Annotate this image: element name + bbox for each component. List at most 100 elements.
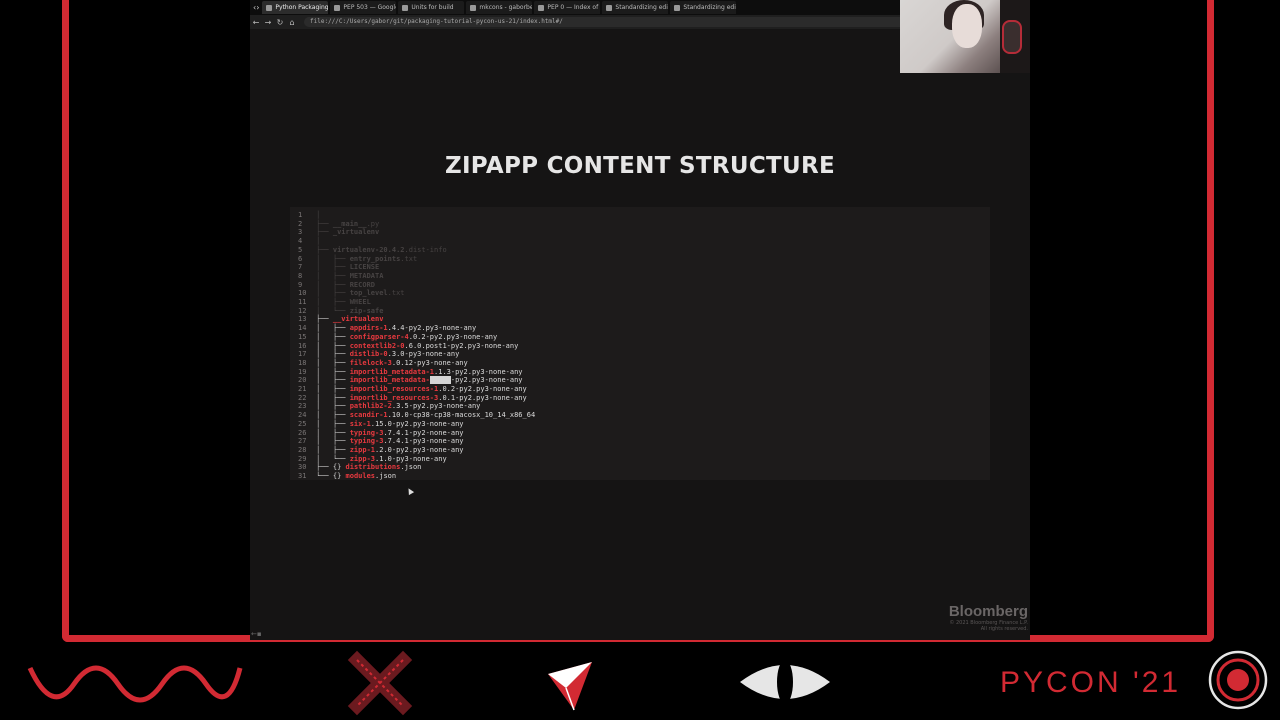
tab-list: Python Packaging PEP 503 — Google Webseit… (262, 1, 738, 14)
code-line: 31 └── {} modules.json (298, 472, 535, 481)
favicon-icon (470, 4, 477, 11)
entry-suffix: .json (400, 463, 422, 472)
eye-icon (740, 660, 830, 704)
entry-suffix: -py2.py3-none-any (450, 376, 523, 385)
code-line: 11 │ ├── WHEEL (298, 298, 535, 307)
entry-name: configparser-4 (349, 332, 409, 341)
entry-suffix: .3.5-py2.py3-none-any (391, 402, 481, 411)
bloomberg-logo: Bloomberg © 2021 Bloomberg Finance L.P. … (949, 603, 1028, 632)
slide-title: ZIPAPP CONTENT STRUCTURE (444, 153, 836, 179)
tree-branch: │ └── (316, 454, 350, 463)
tree-branch: ├── (316, 245, 333, 254)
entry-suffix: .1.0-py3-none-any (375, 454, 447, 463)
code-line: 15 │ ├── configparser-4.0.2-py2.py3-none-… (298, 333, 535, 342)
entry-name: RECORD (349, 280, 376, 289)
browser-tab[interactable]: PEP 503 — Google Webseite (330, 1, 397, 14)
line-number: 11 (298, 298, 307, 307)
tree-branch: │ (316, 211, 321, 219)
line-number: 14 (298, 324, 307, 333)
tab-scroll-icon[interactable]: ‹› (250, 3, 262, 12)
line-number: 17 (298, 350, 307, 359)
line-number: 7 (298, 263, 303, 272)
tree-branch: │ ├── (316, 263, 350, 272)
forward-icon[interactable]: → (262, 18, 274, 27)
tree-branch: │ ├── (316, 271, 350, 280)
line-number: 1 (298, 211, 303, 219)
line-number: 30 (298, 463, 307, 472)
entry-name: appdirs-1 (349, 324, 388, 333)
entry-name: entry_points (349, 254, 401, 263)
line-number: 31 (298, 472, 307, 481)
code-lines: 1 │ 2 ├── __main__.py 3 ├── _virtualenv 4 │ 5 ├──… (298, 211, 535, 481)
line-number: 6 (298, 254, 303, 263)
browser-tab[interactable]: Standardizing editable ins (670, 1, 737, 14)
entry-name: __main__ (332, 219, 367, 228)
favicon-icon (538, 4, 545, 11)
line-number: 8 (298, 271, 303, 280)
tree-branch: │ ├── (316, 254, 350, 263)
pycon-brand: PYCON '21 (1000, 666, 1182, 699)
tab-label: Units for build (411, 4, 454, 11)
code-line: 20 │ ├── importlib_metadata-2.0.0-py2.py3… (298, 376, 535, 385)
browser-tab[interactable]: mkcons - gaborbernat/pi-n (466, 1, 533, 14)
line-number: 22 (298, 393, 307, 402)
home-icon[interactable]: ⌂ (286, 18, 298, 27)
reload-icon[interactable]: ↻ (274, 18, 286, 27)
tree-branch: │ ├── (316, 280, 350, 289)
selection-highlight: 2.0.0 (429, 376, 451, 385)
tree-branch: │ ├── (316, 298, 350, 307)
entry-name: LICENSE (349, 263, 380, 272)
triangle-arrow-icon (548, 662, 592, 711)
entry-name: zip-safe (349, 306, 384, 315)
favicon-icon (266, 4, 273, 11)
entry-suffix: .0.2-py2.py3-none-any (408, 332, 498, 341)
code-line: 6 │ ├── entry_points.txt (298, 255, 535, 264)
line-number: 19 (298, 367, 307, 376)
line-number: 24 (298, 411, 307, 420)
tree-branch: │ ├── (316, 341, 350, 350)
tree-branch: │ ├── (316, 358, 350, 367)
slide-nav-icon[interactable]: ←▪ (251, 630, 262, 638)
tab-label: PEP 0 — Index of Python E (547, 4, 600, 11)
back-icon[interactable]: ← (250, 18, 262, 27)
tree-branch: │ ├── (316, 332, 350, 341)
entry-name: importlib_resources-3 (349, 393, 439, 402)
tab-label: Standardizing editable ins (615, 4, 668, 11)
code-line: 7 │ ├── LICENSE (298, 263, 535, 272)
code-block: 1 │ 2 ├── __main__.py 3 ├── _virtualenv 4 │ 5 ├──… (290, 207, 990, 480)
url-input[interactable]: file:///C:/Users/gabor/git/packaging-tut… (304, 17, 910, 27)
line-number: 28 (298, 445, 307, 454)
favicon-icon (334, 4, 341, 11)
entry-name: typing-3 (349, 437, 384, 446)
entry-name: top_level (349, 289, 388, 298)
entry-name: scandir-1 (349, 411, 388, 420)
mouse-cursor-icon (405, 486, 415, 496)
code-line: 5 ├── virtualenv-20.4.2.dist-info (298, 246, 535, 255)
entry-suffix: .txt (400, 254, 418, 263)
browser-tab[interactable]: Python Packaging (262, 1, 329, 14)
line-number: 5 (298, 245, 303, 254)
tree-branch: ├── (316, 315, 333, 324)
code-line: 13 ├── __virtualenv (298, 315, 535, 324)
tab-label: mkcons - gaborbernat/pi-n (479, 4, 533, 11)
entry-name: importlib_metadata-1 (349, 367, 435, 376)
entry-name: typing-3 (349, 428, 384, 437)
wave-icon (27, 665, 243, 703)
slide-viewport: ZIPAPP CONTENT STRUCTURE 1 │ 2 ├── __main__… (250, 29, 1030, 640)
line-number: 25 (298, 419, 307, 428)
entry-name: virtualenv-20.4.2 (332, 245, 405, 254)
line-number: 13 (298, 315, 307, 324)
line-number: 2 (298, 219, 303, 228)
tree-branch: │ ├── (316, 419, 350, 428)
entry-suffix: .dist-info (404, 245, 447, 254)
webcam-feed (900, 0, 1030, 73)
line-number: 4 (298, 237, 303, 246)
browser-tab[interactable]: Units for build (398, 1, 465, 14)
browser-tab[interactable]: Standardizing editable ins (602, 1, 669, 14)
tree-branch: │ └── (316, 306, 350, 315)
tree-branch: │ ├── (316, 324, 350, 333)
browser-tab[interactable]: PEP 0 — Index of Python E (534, 1, 601, 14)
tab-label: Python Packaging (275, 4, 329, 11)
line-number: 3 (298, 228, 303, 237)
entry-name: filelock-3 (349, 358, 392, 367)
